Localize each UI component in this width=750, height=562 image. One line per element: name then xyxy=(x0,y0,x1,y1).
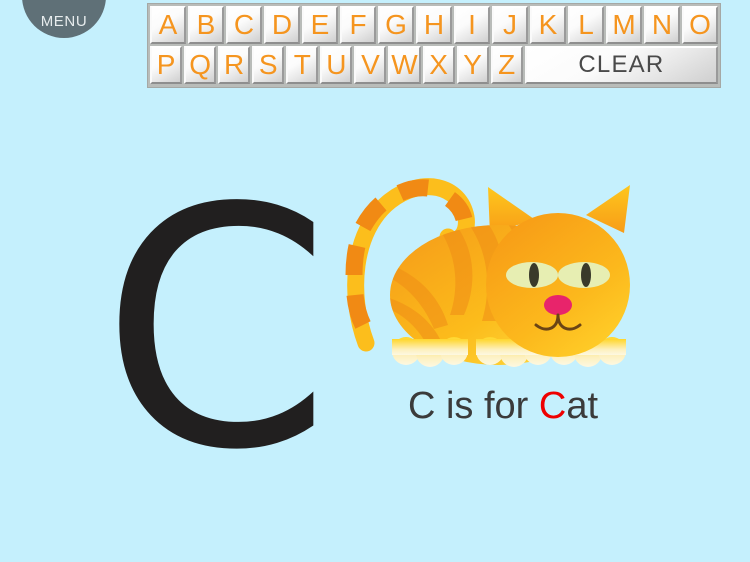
key-k[interactable]: K xyxy=(530,6,566,44)
key-m[interactable]: M xyxy=(606,6,642,44)
key-d[interactable]: D xyxy=(264,6,300,44)
app-root: MENU ABCDEFGHIJKLMNO P Q R S T U V W X Y Z CLEAR C xyxy=(0,0,750,562)
caption-highlight: C xyxy=(538,385,567,427)
key-p[interactable]: P xyxy=(150,46,183,84)
key-z[interactable]: Z xyxy=(490,46,523,84)
caption-suffix: at xyxy=(566,385,599,427)
stage: C C is for Cat xyxy=(0,120,750,495)
key-c[interactable]: C xyxy=(226,6,262,44)
key-b[interactable]: B xyxy=(188,6,224,44)
key-a[interactable]: A xyxy=(150,6,186,44)
key-v[interactable]: V xyxy=(354,46,387,84)
cat-illustration xyxy=(338,175,668,385)
key-t[interactable]: T xyxy=(286,46,319,84)
clear-button[interactable]: CLEAR xyxy=(524,46,719,84)
menu-button[interactable]: MENU xyxy=(22,0,106,38)
key-y[interactable]: Y xyxy=(456,46,489,84)
caption: C is for Cat xyxy=(338,385,668,428)
caption-prefix: C is for xyxy=(407,385,539,427)
key-q[interactable]: Q xyxy=(184,46,217,84)
key-r[interactable]: R xyxy=(218,46,251,84)
key-i[interactable]: I xyxy=(454,6,490,44)
keyboard-row-1: ABCDEFGHIJKLMNO xyxy=(150,6,720,44)
menu-button-label: MENU xyxy=(40,13,88,30)
key-g[interactable]: G xyxy=(378,6,414,44)
key-u[interactable]: U xyxy=(320,46,353,84)
cat-nose xyxy=(544,295,572,315)
key-l[interactable]: L xyxy=(568,6,604,44)
key-j[interactable]: J xyxy=(492,6,528,44)
key-n[interactable]: N xyxy=(644,6,680,44)
key-e[interactable]: E xyxy=(302,6,338,44)
key-x[interactable]: X xyxy=(422,46,455,84)
key-h[interactable]: H xyxy=(416,6,452,44)
big-letter-display: C xyxy=(100,138,332,522)
key-w[interactable]: W xyxy=(388,46,421,84)
cat-head xyxy=(486,213,630,357)
alphabet-keyboard: ABCDEFGHIJKLMNO P Q R S T U V W X Y Z CLEAR xyxy=(147,3,721,88)
key-o[interactable]: O xyxy=(682,6,718,44)
keyboard-row-2: P Q R S T U V W X Y Z CLEAR xyxy=(150,46,720,84)
key-s[interactable]: S xyxy=(252,46,285,84)
key-f[interactable]: F xyxy=(340,6,376,44)
